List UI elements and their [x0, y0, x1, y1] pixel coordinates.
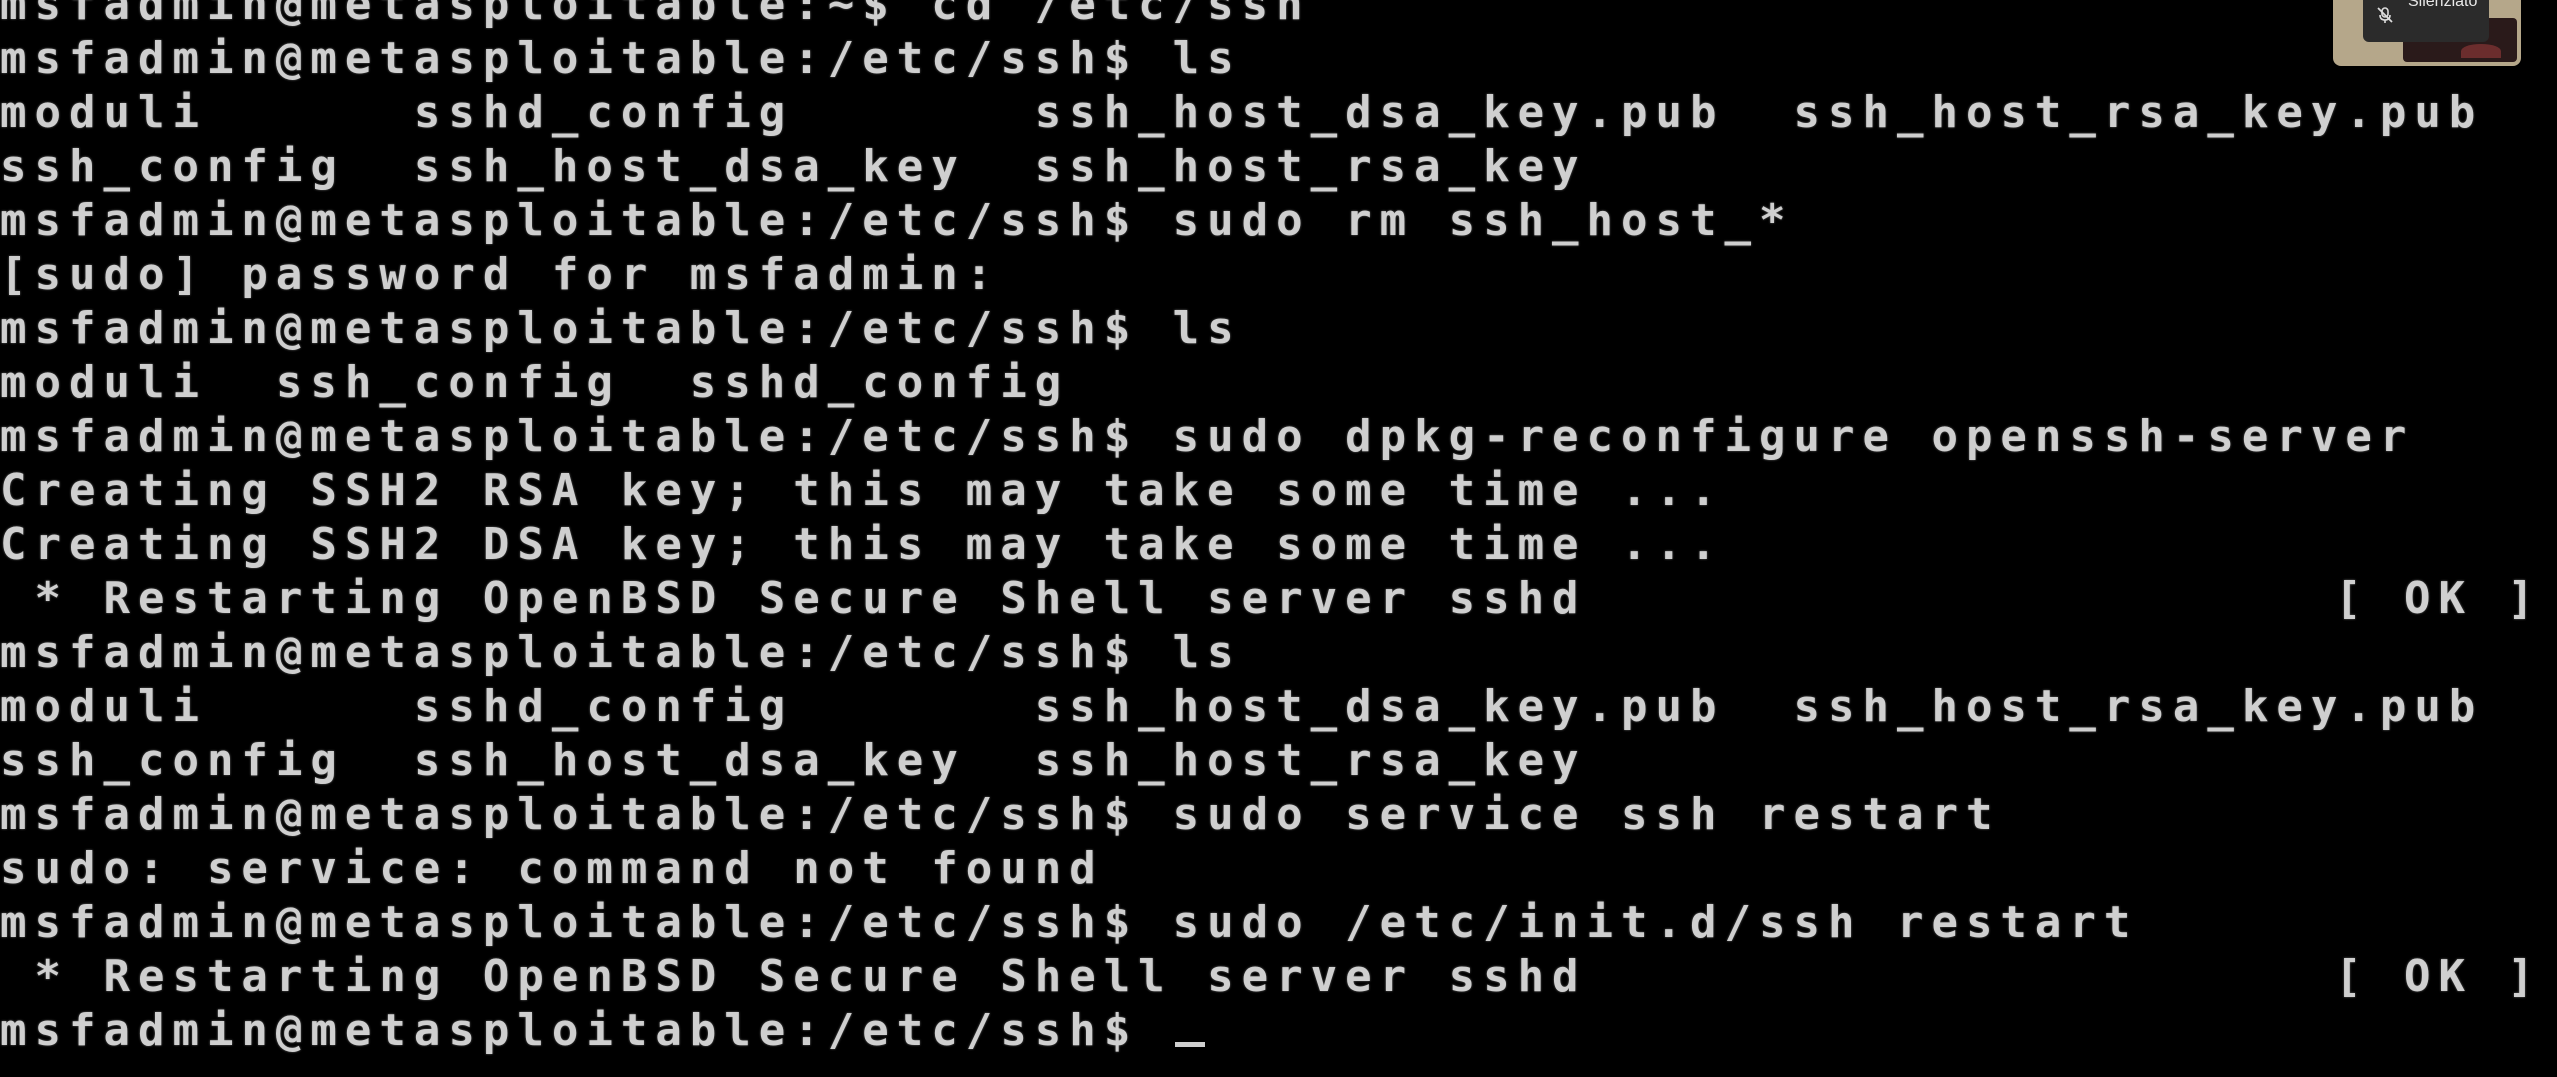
terminal-line: ssh_config ssh_host_dsa_key ssh_host_rsa…: [0, 735, 1587, 786]
terminal-prompt-line[interactable]: msfadmin@metasploitable:/etc/ssh$: [0, 1004, 1205, 1058]
terminal-line: * Restarting OpenBSD Secure Shell server…: [0, 951, 1587, 1002]
terminal-screen: msfadmin@metasploitable:~$ cd /etc/ssh m…: [0, 0, 2557, 1077]
terminal-line: msfadmin@metasploitable:~$ cd /etc/ssh: [0, 0, 1311, 30]
terminal-line: msfadmin@metasploitable:/etc/ssh$ sudo d…: [0, 411, 2415, 462]
terminal-line: msfadmin@metasploitable:/etc/ssh$ sudo s…: [0, 789, 2001, 840]
terminal-prompt: msfadmin@metasploitable:/etc/ssh$: [0, 1005, 1173, 1056]
terminal-line: msfadmin@metasploitable:/etc/ssh$ ls: [0, 33, 1242, 84]
text-cursor: [1174, 1042, 1205, 1047]
terminal-line: moduli ssh_config sshd_config: [0, 357, 1070, 408]
terminal-line: Creating SSH2 RSA key; this may take som…: [0, 465, 1725, 516]
terminal-line: msfadmin@metasploitable:/etc/ssh$ sudo /…: [0, 897, 2139, 948]
microphone-muted-icon: [2375, 5, 2395, 25]
terminal-line: msfadmin@metasploitable:/etc/ssh$ sudo r…: [0, 195, 1794, 246]
terminal-line: [sudo] password for msfadmin:: [0, 249, 1001, 300]
terminal-line: msfadmin@metasploitable:/etc/ssh$ ls: [0, 627, 1242, 678]
terminal-line: Creating SSH2 DSA key; this may take som…: [0, 519, 1725, 570]
terminal-line: moduli sshd_config ssh_host_dsa_key.pub …: [0, 681, 2484, 732]
muted-label: Silenziato: [2408, 0, 2478, 10]
video-call-participant-tile[interactable]: Silenziato: [2333, 0, 2521, 66]
muted-badge: Silenziato: [2363, 0, 2489, 42]
terminal-line: msfadmin@metasploitable:/etc/ssh$ ls: [0, 303, 1242, 354]
status-ok-badge: [ OK ]: [2335, 951, 2542, 1002]
terminal-output[interactable]: msfadmin@metasploitable:~$ cd /etc/ssh m…: [0, 0, 2557, 1077]
terminal-line: moduli sshd_config ssh_host_dsa_key.pub …: [0, 87, 2484, 138]
terminal-line: * Restarting OpenBSD Secure Shell server…: [0, 573, 1587, 624]
terminal-line: ssh_config ssh_host_dsa_key ssh_host_rsa…: [0, 141, 1587, 192]
status-ok-badge: [ OK ]: [2335, 573, 2542, 624]
terminal-line: sudo: service: command not found: [0, 843, 1104, 894]
